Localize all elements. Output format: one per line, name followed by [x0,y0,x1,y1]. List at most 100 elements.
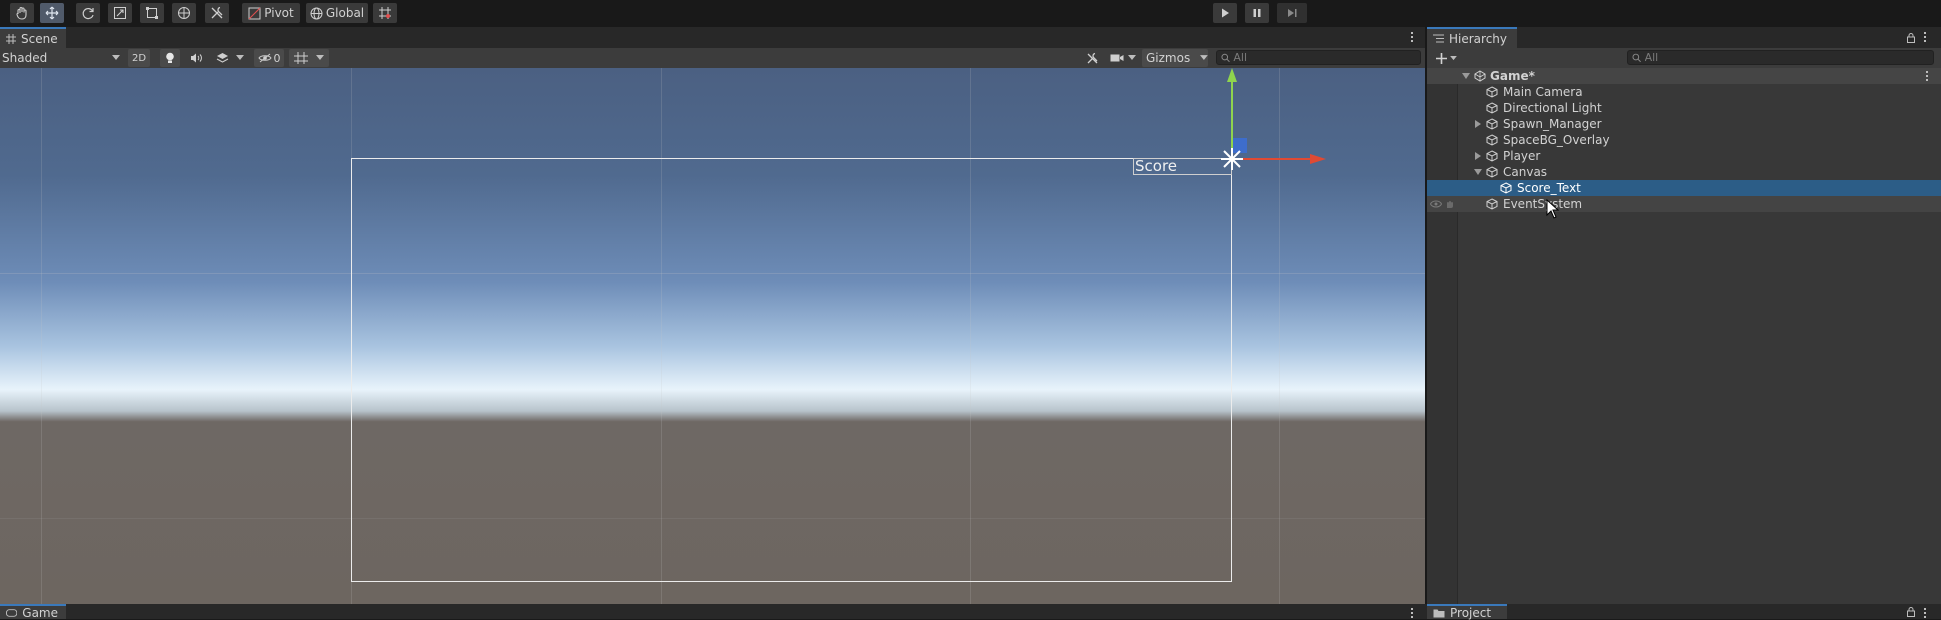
plus-icon [1435,52,1447,64]
tab-hierarchy[interactable]: Hierarchy [1427,27,1517,48]
pause-button[interactable] [1245,3,1269,23]
scene-search[interactable] [1216,50,1421,65]
hierarchy-item[interactable]: Directional Light [1427,100,1941,116]
hidden-objects-toggle[interactable]: 0 [254,49,284,67]
pick-hand-icon[interactable] [1444,199,1454,209]
tab-scene-label: Scene [21,31,58,46]
hierarchy-scene-row[interactable]: Game* [1427,68,1941,84]
2d-label: 2D [131,52,147,64]
scene-tab-bar: Scene [0,27,1425,48]
tab-project[interactable]: Project [1427,604,1507,620]
hierarchy-item[interactable]: Player [1427,148,1941,164]
rect-icon [146,7,158,19]
tools-icon [1087,52,1097,63]
rotate-tool-button[interactable] [76,3,100,23]
hierarchy-item-label: EventSystem [1503,197,1583,211]
play-icon [1222,8,1229,18]
gizmos-dropdown[interactable]: Gizmos [1142,49,1208,67]
scene-tools-button[interactable] [1082,49,1102,67]
hierarchy-item-label: Spawn_Manager [1503,117,1602,131]
hierarchy-item-label: Canvas [1503,165,1548,179]
gameobject-cube-icon [1486,86,1498,98]
tab-game[interactable]: Game [0,604,66,620]
pause-icon [1253,9,1261,17]
play-button[interactable] [1213,3,1237,23]
audio-toggle-button[interactable] [186,49,206,67]
hierarchy-item-label: Score_Text [1517,181,1581,195]
main-toolbar: Pivot Global [0,0,1941,27]
scene-options-icon[interactable] [1410,32,1414,44]
eye-icon[interactable] [1430,200,1442,208]
hand-icon [16,6,27,20]
layers-icon [216,53,229,63]
scene-name: Game* [1490,69,1535,83]
chevron-down-icon [236,55,244,60]
gizmos-label: Gizmos [1146,51,1191,65]
hierarchy-tab-bar: Hierarchy [1427,27,1941,48]
project-options-icon[interactable] [1923,608,1927,620]
custom-tool-button[interactable] [205,3,229,23]
collapse-arrow-icon[interactable] [1474,169,1482,175]
scene-viewport[interactable]: Score [0,68,1425,604]
grid-dropdown[interactable] [289,49,329,67]
effects-dropdown[interactable] [212,49,248,67]
grid-snap-icon [379,7,391,19]
rotate-icon [82,7,94,20]
pivot-star-icon [1221,148,1243,170]
game-options-icon[interactable] [1410,608,1414,620]
step-button[interactable] [1277,3,1307,23]
hierarchy-item[interactable]: Main Camera [1427,84,1941,100]
global-label: Global [325,6,365,20]
global-toggle[interactable]: Global [306,3,368,23]
draw-mode-dropdown[interactable]: Shaded [2,49,120,67]
scale-tool-button[interactable] [108,3,132,23]
lock-icon[interactable] [1907,607,1915,617]
grid-snap-button[interactable] [373,3,397,23]
gizmo-x-arrow[interactable] [1310,154,1326,164]
transform-tool-button[interactable] [172,3,196,23]
move-gizmo[interactable] [1210,68,1340,183]
hierarchy-item[interactable]: EventSystem [1427,196,1941,212]
tab-game-label: Game [22,605,58,620]
grid-line [41,68,42,604]
create-dropdown[interactable] [1433,49,1459,67]
hierarchy-search[interactable] [1627,50,1934,65]
expand-arrow-icon[interactable] [1475,120,1481,128]
hierarchy-options-icon[interactable] [1923,32,1927,44]
rect-tool-button[interactable] [140,3,164,23]
pivot-toggle[interactable]: Pivot [242,3,300,23]
unity-scene-icon [1474,70,1486,82]
scene-row-options-icon[interactable] [1925,71,1929,83]
hand-tool-button[interactable] [10,3,34,23]
expand-arrow-icon[interactable] [1475,152,1481,160]
tab-scene[interactable]: Scene [0,27,66,48]
search-icon [1221,53,1230,62]
2d-toggle-button[interactable]: 2D [128,49,150,67]
hierarchy-item[interactable]: Spawn_Manager [1427,116,1941,132]
speaker-icon [191,53,202,63]
canvas-rect-outline[interactable] [351,158,1232,582]
collapse-arrow-icon[interactable] [1462,73,1470,79]
hierarchy-item-selected[interactable]: Score_Text [1427,180,1941,196]
mouse-cursor-icon [1546,199,1560,219]
hierarchy-item[interactable]: Canvas [1427,164,1941,180]
grid-icon [294,52,308,64]
folder-icon [1433,609,1445,617]
gizmo-y-arrow[interactable] [1227,68,1237,82]
pivot-icon [248,7,261,19]
scene-search-input[interactable] [1230,51,1420,64]
hierarchy-item[interactable]: SpaceBG_Overlay [1427,132,1941,148]
scale-icon [114,7,126,19]
hierarchy-list-icon [1433,34,1444,43]
hierarchy-search-input[interactable] [1641,51,1933,64]
camera-dropdown[interactable] [1108,49,1138,67]
tools-icon [211,6,223,19]
move-tool-button[interactable] [40,3,64,23]
globe-icon [310,7,323,19]
chevron-down-icon [112,55,120,60]
lighting-toggle-button[interactable] [160,49,180,67]
scene-toolbar: Shaded 2D 0 Gizmos [0,48,1425,69]
lock-icon[interactable] [1907,33,1915,43]
bottom-tab-bar: Game Project [0,604,1941,620]
hierarchy-item-label: SpaceBG_Overlay [1503,133,1610,147]
